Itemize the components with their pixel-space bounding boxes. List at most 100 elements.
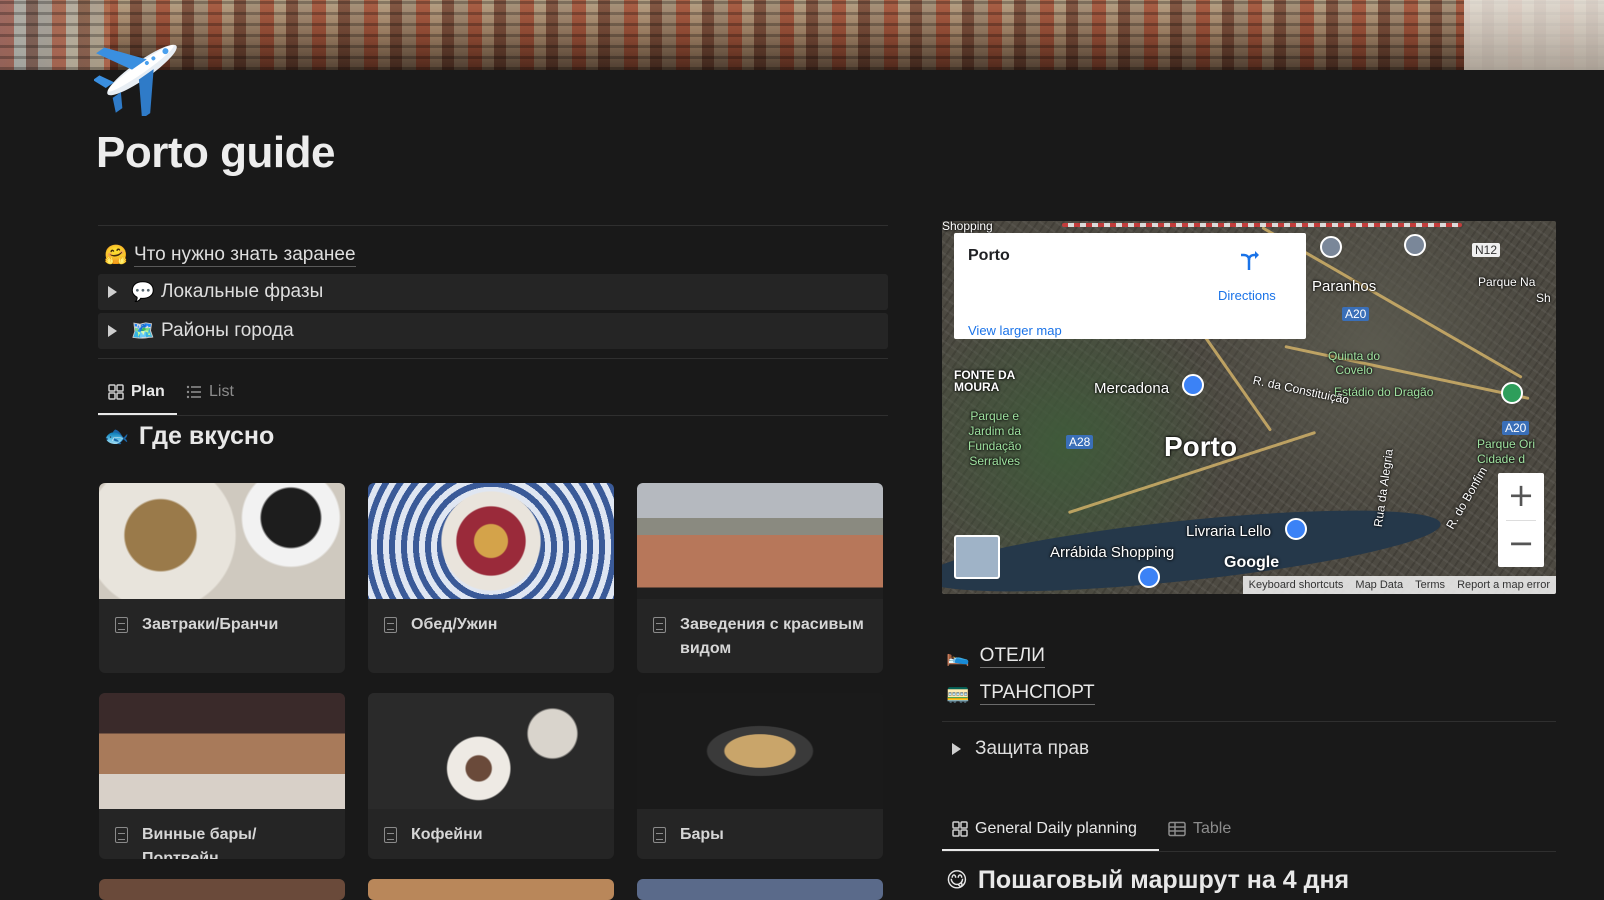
card-cover-image [368, 483, 614, 599]
map-label: Mercadona [1094, 380, 1170, 397]
link-label: ТРАНСПОРТ [979, 681, 1095, 705]
tab-label: List [209, 383, 234, 400]
gallery-card[interactable]: Винные бары/Портвейн [99, 693, 345, 859]
table-icon [1168, 821, 1186, 837]
tab-list[interactable]: List [186, 382, 234, 402]
map-data-link[interactable]: Map Data [1355, 579, 1403, 591]
map-label: Parque Na [1478, 275, 1536, 289]
page-icon [115, 617, 128, 633]
gallery-card[interactable] [637, 879, 883, 900]
link-label: ОТЕЛИ [979, 644, 1045, 668]
tab-table[interactable]: Table [1168, 819, 1231, 839]
map-label: Shopping [942, 221, 993, 233]
divider [942, 721, 1556, 722]
link-transport[interactable]: 🚃 ТРАНСПОРТ [946, 681, 1095, 705]
page-icon [384, 617, 397, 633]
gallery-icon [108, 384, 124, 400]
airplane-icon[interactable] [94, 24, 190, 116]
bag-pin-icon[interactable] [1138, 566, 1160, 588]
map-label: Quinta do Covelo [1328, 349, 1381, 377]
map-label: R. do Bonfim [1443, 464, 1491, 532]
card-cover-image [637, 693, 883, 809]
map-label: Sh [1536, 291, 1551, 305]
toggle-triangle-icon[interactable] [108, 325, 117, 337]
page-icon [384, 827, 397, 843]
fish-icon: 🐟 [104, 426, 129, 448]
bag-pin-icon[interactable] [1285, 518, 1307, 540]
road-badge: N12 [1472, 243, 1501, 257]
cover-image [0, 0, 1604, 70]
map-footer: Keyboard shortcuts Map Data Terms Report… [1242, 576, 1556, 594]
toggle-label: Защита прав [975, 738, 1090, 759]
divider [98, 225, 888, 226]
gallery-card[interactable]: Бары [637, 693, 883, 859]
map-layer-toggle[interactable] [954, 535, 1000, 579]
toggle-triangle-icon[interactable] [952, 743, 961, 755]
shopping-cart-pin-icon[interactable] [1182, 374, 1204, 396]
school-pin-icon[interactable] [1320, 236, 1342, 258]
view-larger-map-link[interactable]: View larger map [968, 323, 1062, 338]
gallery-card[interactable]: Заведения с красивым видом [637, 483, 883, 673]
road-badge: A20 [1502, 421, 1530, 435]
road-badge: A28 [1066, 435, 1094, 449]
card-title: Завтраки/Бранчи [142, 616, 279, 633]
route-title-text: Пошаговый маршрут на 4 дня [977, 866, 1350, 894]
card-title: Винные бары/Портвейн [142, 826, 257, 859]
card-title: Кофейни [411, 826, 483, 843]
map-label: Parque Ori Cidade d [1477, 437, 1536, 466]
callout-label: Что нужно знать заранее [134, 243, 356, 267]
toggle-local-phrases[interactable]: 💬 Локальные фразы [98, 274, 888, 310]
map-label: Arrábida Shopping [1050, 544, 1175, 561]
section-title: 🐟 Где вкусно [104, 422, 274, 451]
card-cover-image [99, 693, 345, 809]
hugging-face-icon: 🤗 [104, 245, 128, 266]
map-label: Paranhos [1312, 278, 1377, 295]
divider [942, 851, 1556, 852]
gallery-card[interactable]: Обед/Ужин [368, 483, 614, 673]
directions-icon[interactable] [1238, 249, 1260, 271]
card-cover-image [368, 693, 614, 809]
tab-plan[interactable]: Plan [108, 382, 165, 402]
tab-general-daily-planning[interactable]: General Daily planning [952, 819, 1137, 839]
page-icon [653, 827, 666, 843]
tab-label: Table [1193, 820, 1232, 837]
route-title: 😋 Пошаговый маршрут на 4 дня [946, 866, 1349, 895]
google-logo: Google [1224, 554, 1280, 571]
toggle-label: Районы города [161, 320, 294, 341]
stadium-pin-icon[interactable] [1501, 382, 1523, 404]
keyboard-shortcuts-link[interactable]: Keyboard shortcuts [1249, 579, 1344, 591]
link-hotels[interactable]: 🛌 ОТЕЛИ [946, 644, 1045, 668]
card-title: Бары [680, 826, 724, 843]
page-icon [115, 827, 128, 843]
map-label: R. da Constituição [1251, 372, 1351, 408]
toggle-city-districts[interactable]: 🗺️ Районы города [98, 313, 888, 349]
callout-prepare[interactable]: 🤗 Что нужно знать заранее [104, 242, 884, 268]
zoom-controls: + − [1498, 473, 1544, 567]
tram-icon: 🚃 [946, 683, 970, 704]
gallery-card[interactable] [368, 879, 614, 900]
gallery-card[interactable] [99, 879, 345, 900]
card-cover-image [99, 483, 345, 599]
map-center-label: Porto [1164, 431, 1238, 462]
section-title-text: Где вкусно [138, 422, 275, 450]
toggle-triangle-icon[interactable] [108, 286, 117, 298]
report-map-error-link[interactable]: Report a map error [1457, 579, 1550, 591]
gallery-card[interactable]: Кофейни [368, 693, 614, 859]
toggle-rights[interactable]: Защита прав [942, 737, 1089, 761]
card-title: Заведения с красивым видом [680, 616, 864, 657]
yum-face-icon: 😋 [946, 869, 968, 892]
school-pin-icon[interactable] [1404, 234, 1426, 256]
map-label: Parque e Jardim da Fundação Serralves [968, 409, 1022, 468]
gallery-card[interactable]: Завтраки/Бранчи [99, 483, 345, 673]
map-place-name: Porto [968, 247, 1010, 264]
zoom-in-button[interactable]: + [1498, 473, 1544, 519]
card-title: Обед/Ужин [411, 616, 498, 633]
terms-link[interactable]: Terms [1415, 579, 1445, 591]
card-cover-image [637, 483, 883, 599]
directions-link[interactable]: Directions [1218, 288, 1276, 303]
zoom-out-button[interactable]: − [1498, 521, 1544, 567]
map-info-card: Porto Directions View larger map [954, 233, 1306, 339]
page-title: Porto guide [96, 128, 335, 177]
road-badge: A20 [1342, 307, 1370, 321]
map-embed[interactable]: Shopping Paranhos Parque Na Sh Quinta do… [942, 221, 1556, 594]
